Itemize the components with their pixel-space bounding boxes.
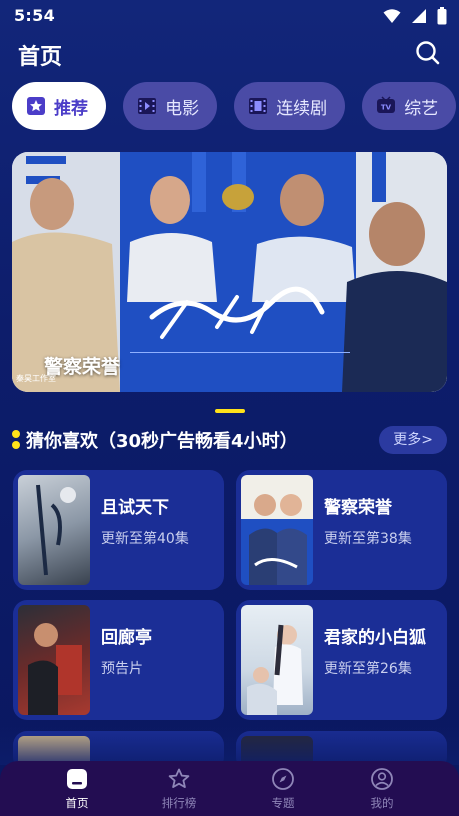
status-icons xyxy=(383,7,447,25)
card-subtitle: 更新至第26集 xyxy=(324,661,412,677)
nav-label: 我的 xyxy=(370,796,394,810)
tab-label: 连续剧 xyxy=(276,98,328,119)
nav-label: 首页 xyxy=(65,796,89,810)
tab-label: 推荐 xyxy=(54,98,88,119)
page-title: 首页 xyxy=(18,45,63,70)
battery-icon xyxy=(437,7,447,25)
tab-movie[interactable]: 电影 xyxy=(123,82,218,130)
recommend-section-header: 猜你喜欢（30秒广告畅看4小时） 更多> xyxy=(12,424,447,456)
nav-label: 专题 xyxy=(271,796,295,810)
compass-icon xyxy=(272,768,294,790)
tab-label: 电影 xyxy=(165,98,200,119)
search-icon xyxy=(416,41,440,65)
banner-studio: 秦昊工作室 xyxy=(16,374,56,383)
video-card[interactable]: 君家的小白狐 更新至第26集 xyxy=(236,600,447,720)
carousel-indicator xyxy=(215,409,245,413)
more-button[interactable]: 更多> xyxy=(379,426,447,454)
nav-ranking[interactable]: 排行榜 xyxy=(139,767,219,811)
svg-text:TV: TV xyxy=(381,104,392,112)
film-strip-icon xyxy=(249,98,268,114)
hero-banner[interactable]: 警察荣誉 秦昊工作室 xyxy=(12,152,447,392)
card-title: 回廊亭 xyxy=(101,628,152,648)
tab-series[interactable]: 连续剧 xyxy=(234,82,346,130)
nav-topics[interactable]: 专题 xyxy=(243,767,323,811)
star-badge-icon xyxy=(27,97,45,115)
poster-image xyxy=(18,475,90,585)
card-title: 且试天下 xyxy=(101,498,169,518)
nav-profile[interactable]: 我的 xyxy=(342,767,422,811)
nav-label: 排行榜 xyxy=(161,796,197,810)
header: 首页 xyxy=(0,34,459,74)
card-subtitle: 更新至第40集 xyxy=(101,531,189,547)
status-bar: 5:54 xyxy=(0,0,459,34)
card-subtitle: 更新至第38集 xyxy=(324,531,412,547)
video-card[interactable]: 回廊亭 预告片 xyxy=(13,600,224,720)
home-icon xyxy=(67,769,87,789)
bottom-nav: 首页 排行榜 专题 我的 xyxy=(0,761,459,816)
section-title: 猜你喜欢（30秒广告畅看4小时） xyxy=(26,431,298,452)
video-card[interactable]: 警察荣誉 更新至第38集 xyxy=(236,470,447,590)
scroll-fade xyxy=(0,725,459,765)
card-title: 警察荣誉 xyxy=(324,498,392,518)
poster-image xyxy=(241,605,313,715)
video-card[interactable]: 且试天下 更新至第40集 xyxy=(13,470,224,590)
card-subtitle: 预告片 xyxy=(101,661,143,677)
tv-icon: TV xyxy=(377,96,396,113)
section-marker-icon xyxy=(12,430,20,452)
wifi-icon xyxy=(383,9,401,23)
film-icon xyxy=(138,98,157,114)
category-tabs: 推荐 电影 连续剧 TV 综艺 xyxy=(12,82,459,132)
status-time: 5:54 xyxy=(14,6,55,25)
nav-home[interactable]: 首页 xyxy=(37,767,117,811)
poster-image xyxy=(18,605,90,715)
poster-image xyxy=(241,475,313,585)
card-title: 君家的小白狐 xyxy=(324,628,426,648)
tab-variety[interactable]: TV 综艺 xyxy=(362,82,457,130)
search-button[interactable] xyxy=(413,38,443,68)
user-icon xyxy=(371,768,393,790)
star-icon xyxy=(168,768,190,788)
tab-label: 综艺 xyxy=(404,98,439,119)
signal-icon xyxy=(412,9,426,23)
tab-recommend[interactable]: 推荐 xyxy=(12,82,106,130)
